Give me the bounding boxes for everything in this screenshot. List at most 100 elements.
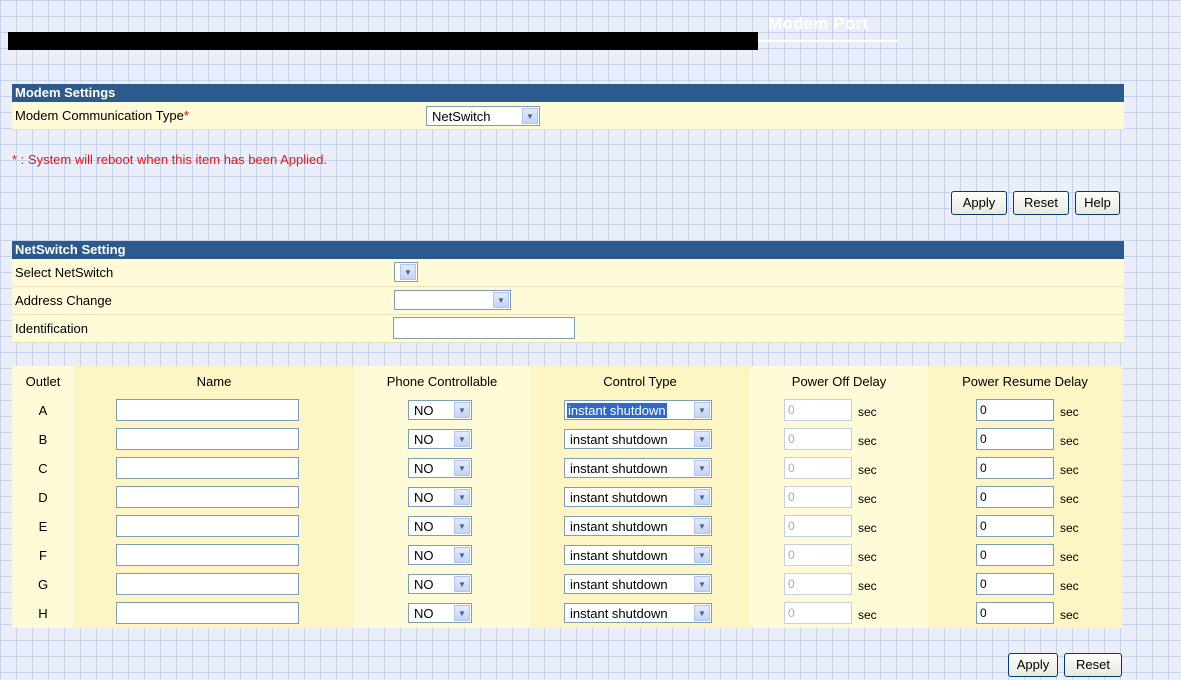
- outlet-letter: E: [38, 519, 48, 534]
- outlet-table: Outlet Name Phone Controllable Control T…: [12, 366, 1122, 628]
- control-type-select[interactable]: instant shutdown ▼: [564, 400, 712, 420]
- power-off-delay-input[interactable]: 0: [784, 602, 852, 624]
- reset-button[interactable]: Reset: [1013, 191, 1069, 215]
- control-type-select[interactable]: instant shutdown ▼: [564, 458, 712, 478]
- identification-label: Identification: [15, 321, 88, 336]
- modem-settings-section: Modem Settings Modem Communication Type*…: [12, 84, 1124, 130]
- netswitch-heading: NetSwitch Setting: [12, 241, 1124, 259]
- phone-controllable-select[interactable]: NO ▼: [408, 487, 472, 507]
- control-type-select[interactable]: instant shutdown ▼: [564, 487, 712, 507]
- address-change-row: Address Change ▼: [12, 287, 1124, 315]
- outlet-letter: F: [39, 548, 47, 563]
- power-off-delay-input[interactable]: 0: [784, 486, 852, 508]
- power-off-delay-input[interactable]: 0: [784, 399, 852, 421]
- select-netswitch-dropdown[interactable]: ▼: [394, 262, 418, 282]
- identification-input[interactable]: [393, 317, 575, 339]
- comm-type-select[interactable]: NetSwitch ▼: [426, 106, 540, 126]
- outlet-table-body: A NO ▼ instant shutdown ▼ 0 sec 0 sec B NO ▼ instant…: [12, 396, 1122, 628]
- power-off-delay-input[interactable]: 0: [784, 515, 852, 537]
- outlet-name-input[interactable]: [116, 602, 299, 624]
- outlet-row: B NO ▼ instant shutdown ▼ 0 sec 0 sec: [12, 425, 1122, 454]
- power-off-delay-input[interactable]: 0: [784, 428, 852, 450]
- apply-button[interactable]: Apply: [951, 191, 1007, 215]
- chevron-down-icon[interactable]: ▼: [454, 460, 470, 476]
- outlet-name-input[interactable]: [116, 573, 299, 595]
- power-off-delay-unit: sec: [858, 434, 877, 448]
- power-off-delay-unit: sec: [858, 405, 877, 419]
- phone-controllable-select[interactable]: NO ▼: [408, 429, 472, 449]
- power-resume-delay-input[interactable]: 0: [976, 399, 1054, 421]
- outlet-name-input[interactable]: [116, 486, 299, 508]
- power-resume-delay-input[interactable]: 0: [976, 486, 1054, 508]
- power-resume-delay-input[interactable]: 0: [976, 544, 1054, 566]
- outlet-name-input[interactable]: [116, 457, 299, 479]
- power-resume-delay-unit: sec: [1060, 579, 1079, 593]
- phone-controllable-select[interactable]: NO ▼: [408, 516, 472, 536]
- control-type-select[interactable]: instant shutdown ▼: [564, 545, 712, 565]
- chevron-down-icon[interactable]: ▼: [454, 431, 470, 447]
- phone-controllable-select[interactable]: NO ▼: [408, 458, 472, 478]
- chevron-down-icon[interactable]: ▼: [694, 460, 710, 476]
- control-type-select[interactable]: instant shutdown ▼: [564, 429, 712, 449]
- col-name: Name: [74, 366, 354, 396]
- control-type-select[interactable]: instant shutdown ▼: [564, 574, 712, 594]
- address-change-dropdown[interactable]: ▼: [394, 290, 511, 310]
- col-power-resume-delay: Power Resume Delay: [928, 366, 1122, 396]
- outlet-row: H NO ▼ instant shutdown ▼ 0 sec 0 sec: [12, 599, 1122, 628]
- chevron-down-icon[interactable]: ▼: [454, 547, 470, 563]
- required-mark: *: [183, 108, 189, 123]
- chevron-down-icon[interactable]: ▼: [694, 576, 710, 592]
- chevron-down-icon[interactable]: ▼: [454, 489, 470, 505]
- chevron-down-icon[interactable]: ▼: [694, 489, 710, 505]
- chevron-down-icon[interactable]: ▼: [454, 576, 470, 592]
- chevron-down-icon[interactable]: ▼: [694, 518, 710, 534]
- outlet-name-input[interactable]: [116, 399, 299, 421]
- chevron-down-icon[interactable]: ▼: [454, 518, 470, 534]
- phone-controllable-select[interactable]: NO ▼: [408, 603, 472, 623]
- outlet-letter: D: [38, 490, 48, 505]
- power-resume-delay-input[interactable]: 0: [976, 428, 1054, 450]
- phone-controllable-select[interactable]: NO ▼: [408, 574, 472, 594]
- outlet-table-header: Outlet Name Phone Controllable Control T…: [12, 366, 1122, 396]
- power-off-delay-input[interactable]: 0: [784, 457, 852, 479]
- outlet-row: C NO ▼ instant shutdown ▼ 0 sec 0 sec: [12, 454, 1122, 483]
- bottom-reset-button[interactable]: Reset: [1064, 653, 1122, 677]
- col-phone-controllable: Phone Controllable: [386, 373, 498, 389]
- power-off-delay-input[interactable]: 0: [784, 544, 852, 566]
- identification-row: Identification: [12, 315, 1124, 343]
- outlet-letter: G: [37, 577, 49, 592]
- modem-port-page: Modem Port Modem Settings Modem Communic…: [0, 0, 1181, 680]
- power-resume-delay-input[interactable]: 0: [976, 515, 1054, 537]
- chevron-down-icon[interactable]: ▼: [493, 292, 509, 308]
- page-title: Modem Port: [768, 14, 869, 33]
- power-resume-delay-unit: sec: [1060, 550, 1079, 564]
- chevron-down-icon[interactable]: ▼: [454, 605, 470, 621]
- outlet-name-input[interactable]: [116, 515, 299, 537]
- power-off-delay-unit: sec: [858, 579, 877, 593]
- power-off-delay-unit: sec: [858, 492, 877, 506]
- power-resume-delay-unit: sec: [1060, 405, 1079, 419]
- chevron-down-icon[interactable]: ▼: [400, 264, 416, 280]
- power-resume-delay-input[interactable]: 0: [976, 602, 1054, 624]
- power-resume-delay-unit: sec: [1060, 492, 1079, 506]
- bottom-apply-button[interactable]: Apply: [1008, 653, 1058, 677]
- outlet-letter: B: [38, 432, 48, 447]
- power-resume-delay-input[interactable]: 0: [976, 573, 1054, 595]
- phone-controllable-select[interactable]: NO ▼: [408, 545, 472, 565]
- chevron-down-icon[interactable]: ▼: [694, 605, 710, 621]
- outlet-name-input[interactable]: [116, 544, 299, 566]
- power-off-delay-input[interactable]: 0: [784, 573, 852, 595]
- chevron-down-icon[interactable]: ▼: [454, 402, 470, 418]
- control-type-select[interactable]: instant shutdown ▼: [564, 516, 712, 536]
- chevron-down-icon[interactable]: ▼: [694, 547, 710, 563]
- outlet-name-input[interactable]: [116, 428, 299, 450]
- power-resume-delay-unit: sec: [1060, 608, 1079, 622]
- help-button[interactable]: Help: [1075, 191, 1120, 215]
- power-resume-delay-input[interactable]: 0: [976, 457, 1054, 479]
- control-type-select[interactable]: instant shutdown ▼: [564, 603, 712, 623]
- chevron-down-icon[interactable]: ▼: [522, 108, 538, 124]
- chevron-down-icon[interactable]: ▼: [694, 402, 710, 418]
- select-netswitch-row: Select NetSwitch ▼: [12, 259, 1124, 287]
- chevron-down-icon[interactable]: ▼: [694, 431, 710, 447]
- phone-controllable-select[interactable]: NO ▼: [408, 400, 472, 420]
